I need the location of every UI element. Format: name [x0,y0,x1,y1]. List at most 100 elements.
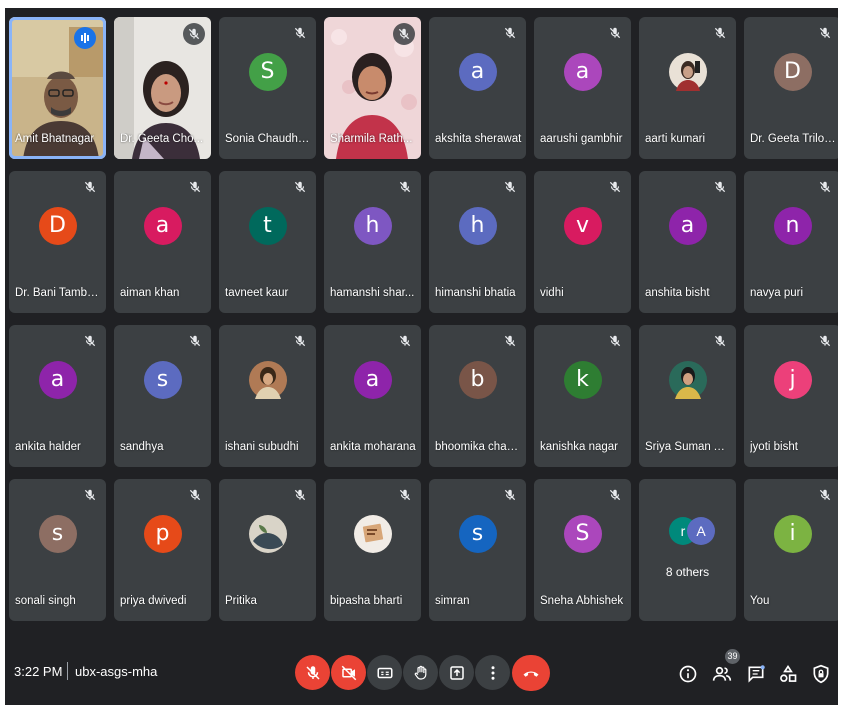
activities-button[interactable] [777,663,799,685]
mic-toggle-button[interactable] [295,655,330,690]
avatar: a [143,207,182,245]
participant-name: ishani subudhi [225,441,299,453]
participant-tile[interactable]: Sharmila Rath... [324,17,421,159]
participant-tile[interactable]: a ankita halder [9,325,106,467]
avatar [353,515,392,553]
participant-tile[interactable]: s simran [429,479,526,621]
avatar [668,361,707,399]
participant-tile[interactable]: Pritika [219,479,316,621]
avatar: D [773,53,812,91]
participant-tile[interactable]: a aarushi gambhir [534,17,631,159]
avatar: D [38,207,77,245]
participant-name: jyoti bisht [750,441,798,453]
host-controls-button[interactable] [810,663,832,685]
participant-name: Sonia Chaudhary [225,133,312,145]
participant-grid: Amit Bhatnagar Dr. Geeta Cho... S Sonia Cha… [9,17,838,623]
mic-muted-icon [189,335,201,347]
bottom-bar: 3:22 PM ubx-asgs-mha 39 [5,633,838,705]
mic-muted-icon [609,335,621,347]
present-button[interactable] [439,655,474,690]
meeting-code: ubx-asgs-mha [75,664,158,679]
captions-icon [377,667,392,678]
participant-tile[interactable]: v vidhi [534,171,631,313]
participant-name: sonali singh [15,595,76,607]
participant-tile[interactable]: S Sonia Chaudhary [219,17,316,159]
participant-name: akshita sherawat [435,133,522,145]
avatar: n [773,207,812,245]
participant-tile[interactable]: h hamanshi shar... [324,171,421,313]
participant-tile[interactable]: Amit Bhatnagar [9,17,106,159]
participant-tile[interactable]: ishani subudhi [219,325,316,467]
participant-tile[interactable]: a anshita bisht [639,171,736,313]
participant-tile[interactable]: h himanshi bhatia [429,171,526,313]
participant-tile[interactable]: aarti kumari [639,17,736,159]
participant-tile[interactable]: D Dr. Geeta Trilok... [744,17,838,159]
mic-muted-icon [819,335,831,347]
participant-tile[interactable]: D Dr. Bani Tamber... [9,171,106,313]
mic-muted-icon [504,335,516,347]
participant-tile[interactable]: bipasha bharti [324,479,421,621]
activities-icon [780,664,797,682]
participant-tile[interactable]: k kanishka nagar [534,325,631,467]
avatar: S [563,515,602,553]
mic-muted-icon [399,489,411,501]
avatar: i [773,515,812,553]
mic-muted-icon [609,181,621,193]
mic-muted-icon [819,27,831,39]
camera-toggle-button[interactable] [331,655,366,690]
participant-tile[interactable]: p priya dwivedi [114,479,211,621]
participant-name: kanishka nagar [540,441,618,453]
participant-name: Dr. Bani Tamber... [15,287,102,299]
participant-name: Pritika [225,595,257,607]
participant-name: Dr. Geeta Trilok... [750,133,837,145]
participant-tile[interactable]: a ankita moharana [324,325,421,467]
present-icon [449,665,464,680]
participant-name: aarti kumari [645,133,706,145]
participant-tile[interactable]: n navya puri [744,171,838,313]
participant-tile[interactable]: i You [744,479,838,621]
divider [67,662,68,680]
participant-name: bhoomika chad... [435,441,522,453]
avatar: s [38,515,77,553]
participant-tile[interactable]: Sriya Suman Ac... [639,325,736,467]
avatar: j [773,361,812,399]
avatar: a [668,207,707,245]
mic-muted-icon [399,335,411,347]
raise-hand-icon [414,665,426,680]
people-button[interactable] [711,663,733,685]
avatar: s [458,515,497,553]
participant-tile[interactable]: S Sneha Abhishek [534,479,631,621]
others-tile[interactable]: rA8 others [639,479,736,621]
meeting-time: 3:22 PM [14,664,63,679]
mic-muted-icon [294,489,306,501]
meeting-details-button[interactable] [677,663,699,685]
participant-name: aiman khan [120,287,180,299]
participant-tile[interactable]: a aiman khan [114,171,211,313]
mic-muted-icon [819,489,831,501]
participant-tile[interactable]: t tavneet kaur [219,171,316,313]
captions-button[interactable] [367,655,402,690]
audio-level-icon [81,33,89,43]
mic-muted-icon [714,181,726,193]
participant-name: anshita bisht [645,287,710,299]
participant-count-badge: 39 [725,649,740,664]
leave-call-button[interactable] [512,655,550,691]
participant-tile[interactable]: b bhoomika chad... [429,325,526,467]
hang-up-icon [523,671,539,677]
mic-muted-icon [84,181,96,193]
participant-name: sandhya [120,441,164,453]
participant-tile[interactable]: Dr. Geeta Cho... [114,17,211,159]
more-options-button[interactable] [475,655,510,690]
mic-muted-icon [189,489,201,501]
chat-button[interactable] [745,663,767,685]
participant-name: Sharmila Rath... [330,133,413,145]
participant-name: simran [435,595,470,607]
participant-tile[interactable]: a akshita sherawat [429,17,526,159]
participant-tile[interactable]: s sandhya [114,325,211,467]
participant-name: ankita moharana [330,441,416,453]
others-label: 8 others [665,565,710,579]
speaking-indicator [74,27,96,49]
participant-tile[interactable]: s sonali singh [9,479,106,621]
participant-tile[interactable]: j jyoti bisht [744,325,838,467]
raise-hand-button[interactable] [403,655,438,690]
